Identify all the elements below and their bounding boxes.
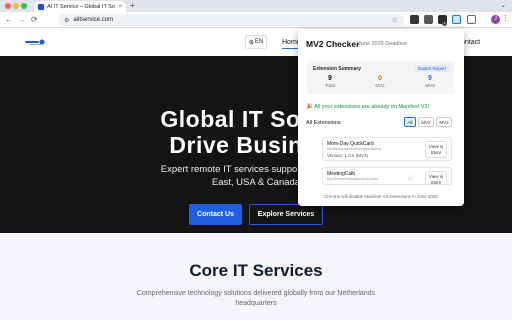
address-bar[interactable]: ⚙ aiitservice.com ☆ [58, 14, 404, 26]
filter-mv3-button[interactable]: MV3 [436, 117, 452, 127]
extension-badge: 1 [442, 21, 447, 26]
section-title: Core IT Services [189, 261, 323, 280]
extension-card: Mom-Day QuickCard bjkfdfahmobkaeomnheglm… [322, 137, 452, 161]
mv3-stat: 9 MV3 [415, 74, 445, 88]
total-count: 9 [328, 75, 332, 82]
view-in-store-button[interactable]: View in Store [425, 141, 447, 158]
section-subtitle: Comprehensive technology solutions deliv… [136, 290, 376, 307]
tab-strip: AI IT Service – Global IT Solu × + ⌄ [0, 0, 512, 12]
tab-close-icon[interactable]: × [118, 4, 122, 10]
filter-all-button[interactable]: All [404, 117, 416, 127]
mv2-count: 0 [378, 75, 382, 82]
nav-active-indicator [282, 48, 298, 49]
bookmark-star-icon[interactable]: ☆ [392, 16, 398, 24]
mv2-checker-extension-icon[interactable] [452, 15, 461, 24]
mv3-count: 9 [428, 75, 432, 82]
tab-search-icon[interactable]: ⌄ [500, 1, 506, 11]
extension-summary-card: Extension Summary Export Report 9 Total … [307, 61, 454, 94]
mv2-stat: 0 MV2 [365, 74, 395, 88]
maximize-window-button[interactable] [21, 3, 27, 9]
success-message: 🎉 All your extensions are already on Man… [306, 104, 430, 110]
mv3-label: MV3 [425, 83, 435, 88]
back-icon[interactable]: ← [5, 14, 13, 26]
language-label: EN [254, 39, 264, 45]
url-text: aiitservice.com [73, 17, 114, 23]
extension-version: Version: 1.0.0 (MV3) [327, 153, 369, 158]
extension-icon-2[interactable] [424, 15, 433, 24]
popup-deadline: June 2025 Deadline [358, 41, 407, 47]
tab-title: AI IT Service – Global IT Solu [47, 3, 116, 10]
summary-heading: Extension Summary [313, 66, 362, 72]
filter-mv2-button[interactable]: MV2 [418, 117, 434, 127]
browser-tab[interactable]: AI IT Service – Global IT Solu × [34, 1, 126, 12]
extension-card: MeetingCalb bjkfdfhmefhmhkaalkpnknkmdnbr… [322, 167, 452, 185]
browser-menu-icon[interactable]: ⋮ [502, 14, 509, 22]
language-selector[interactable]: ⊕ EN [245, 35, 267, 49]
export-report-button[interactable]: Export Report [415, 65, 449, 72]
total-stat: 9 Total [315, 74, 345, 88]
extension-id: bjkfdfahmobkaeomnheglmmhpmg [327, 147, 382, 151]
browser-toolbar: ← → ⟳ ⚙ aiitservice.com ☆ 1 J ⋮ [0, 12, 512, 28]
new-tab-button[interactable]: + [130, 1, 135, 11]
profile-avatar[interactable]: J [491, 15, 500, 24]
extension-icon-1[interactable] [410, 15, 419, 24]
all-extensions-heading: All Extensions [306, 120, 341, 126]
extensions-puzzle-icon[interactable] [467, 15, 476, 24]
core-services-section: Core IT Services Comprehensive technolog… [0, 233, 512, 320]
mv2-label: MV2 [375, 83, 385, 88]
popup-footer-note: Chrome will disable Manifest V2 extensio… [324, 194, 438, 199]
contact-us-button[interactable]: Contact Us [189, 204, 242, 225]
view-in-store-button[interactable]: View in Store [425, 171, 447, 184]
favicon-icon [38, 3, 44, 10]
popup-title: MV2 Checker [306, 39, 360, 49]
info-icon[interactable]: ⓘ [408, 175, 413, 182]
reload-icon[interactable]: ⟳ [31, 14, 38, 26]
total-label: Total [325, 83, 335, 88]
site-info-icon[interactable]: ⚙ [64, 17, 69, 24]
forward-icon[interactable]: → [18, 14, 26, 26]
globe-icon: ⊕ [248, 39, 254, 46]
site-logo-icon[interactable] [25, 39, 47, 46]
mv2-checker-popup: MV2 Checker June 2025 Deadline Extension… [298, 29, 464, 206]
extension-id: bjkfdfhmefhmhkaalkpnknkmdnbr [327, 177, 379, 181]
close-window-button[interactable] [5, 3, 11, 9]
explore-services-button[interactable]: Explore Services [249, 204, 323, 225]
minimize-window-button[interactable] [13, 3, 19, 9]
